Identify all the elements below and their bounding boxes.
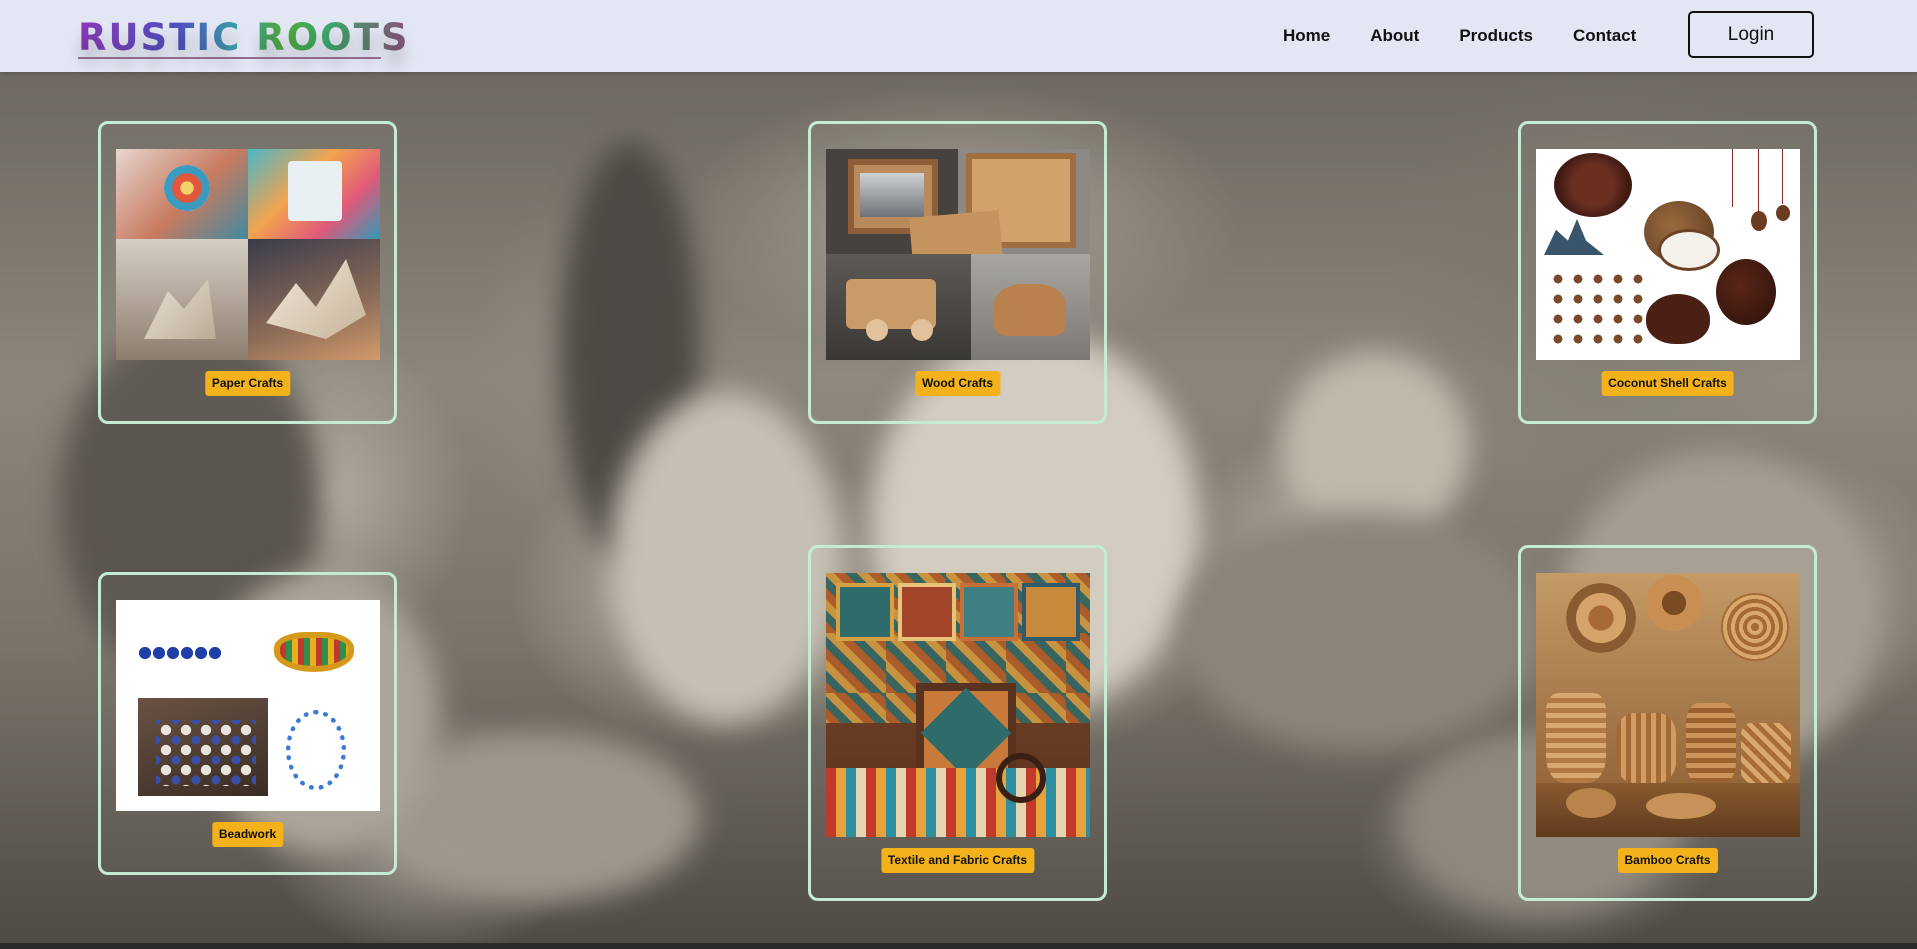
craft-card-wood[interactable]: Wood Crafts bbox=[808, 121, 1107, 424]
site-logo[interactable]: RUSTIC ROOTS bbox=[78, 18, 410, 58]
wood-crafts-image[interactable] bbox=[826, 149, 1090, 360]
paper-crafts-image[interactable] bbox=[116, 149, 380, 360]
craft-card-coconut[interactable]: Coconut Shell Crafts bbox=[1518, 121, 1817, 424]
craft-label-beadwork[interactable]: Beadwork bbox=[211, 822, 284, 847]
craft-card-beadwork[interactable]: Beadwork bbox=[98, 572, 397, 875]
nav-home-link[interactable]: Home bbox=[1283, 26, 1330, 46]
textile-fabric-crafts-image[interactable] bbox=[826, 573, 1090, 837]
bamboo-crafts-image[interactable] bbox=[1536, 573, 1800, 837]
nav-about-link[interactable]: About bbox=[1370, 26, 1419, 46]
site-header: RUSTIC ROOTS Home About Products Contact… bbox=[0, 0, 1917, 72]
main-nav: Home About Products Contact bbox=[1283, 0, 1676, 72]
nav-products-link[interactable]: Products bbox=[1459, 26, 1533, 46]
logo-underline bbox=[78, 57, 381, 59]
craft-card-paper[interactable]: Paper Crafts bbox=[98, 121, 397, 424]
login-button[interactable]: Login bbox=[1688, 11, 1814, 58]
craft-label-bamboo[interactable]: Bamboo Crafts bbox=[1617, 848, 1718, 873]
beadwork-image[interactable] bbox=[116, 600, 380, 811]
craft-label-paper[interactable]: Paper Crafts bbox=[204, 371, 291, 396]
craft-label-coconut[interactable]: Coconut Shell Crafts bbox=[1601, 371, 1734, 396]
nav-contact-link[interactable]: Contact bbox=[1573, 26, 1636, 46]
craft-card-bamboo[interactable]: Bamboo Crafts bbox=[1518, 545, 1817, 901]
craft-card-textile[interactable]: Textile and Fabric Crafts bbox=[808, 545, 1107, 901]
craft-label-textile[interactable]: Textile and Fabric Crafts bbox=[880, 848, 1035, 873]
craft-label-wood[interactable]: Wood Crafts bbox=[914, 371, 1001, 396]
coconut-shell-crafts-image[interactable] bbox=[1536, 149, 1800, 360]
